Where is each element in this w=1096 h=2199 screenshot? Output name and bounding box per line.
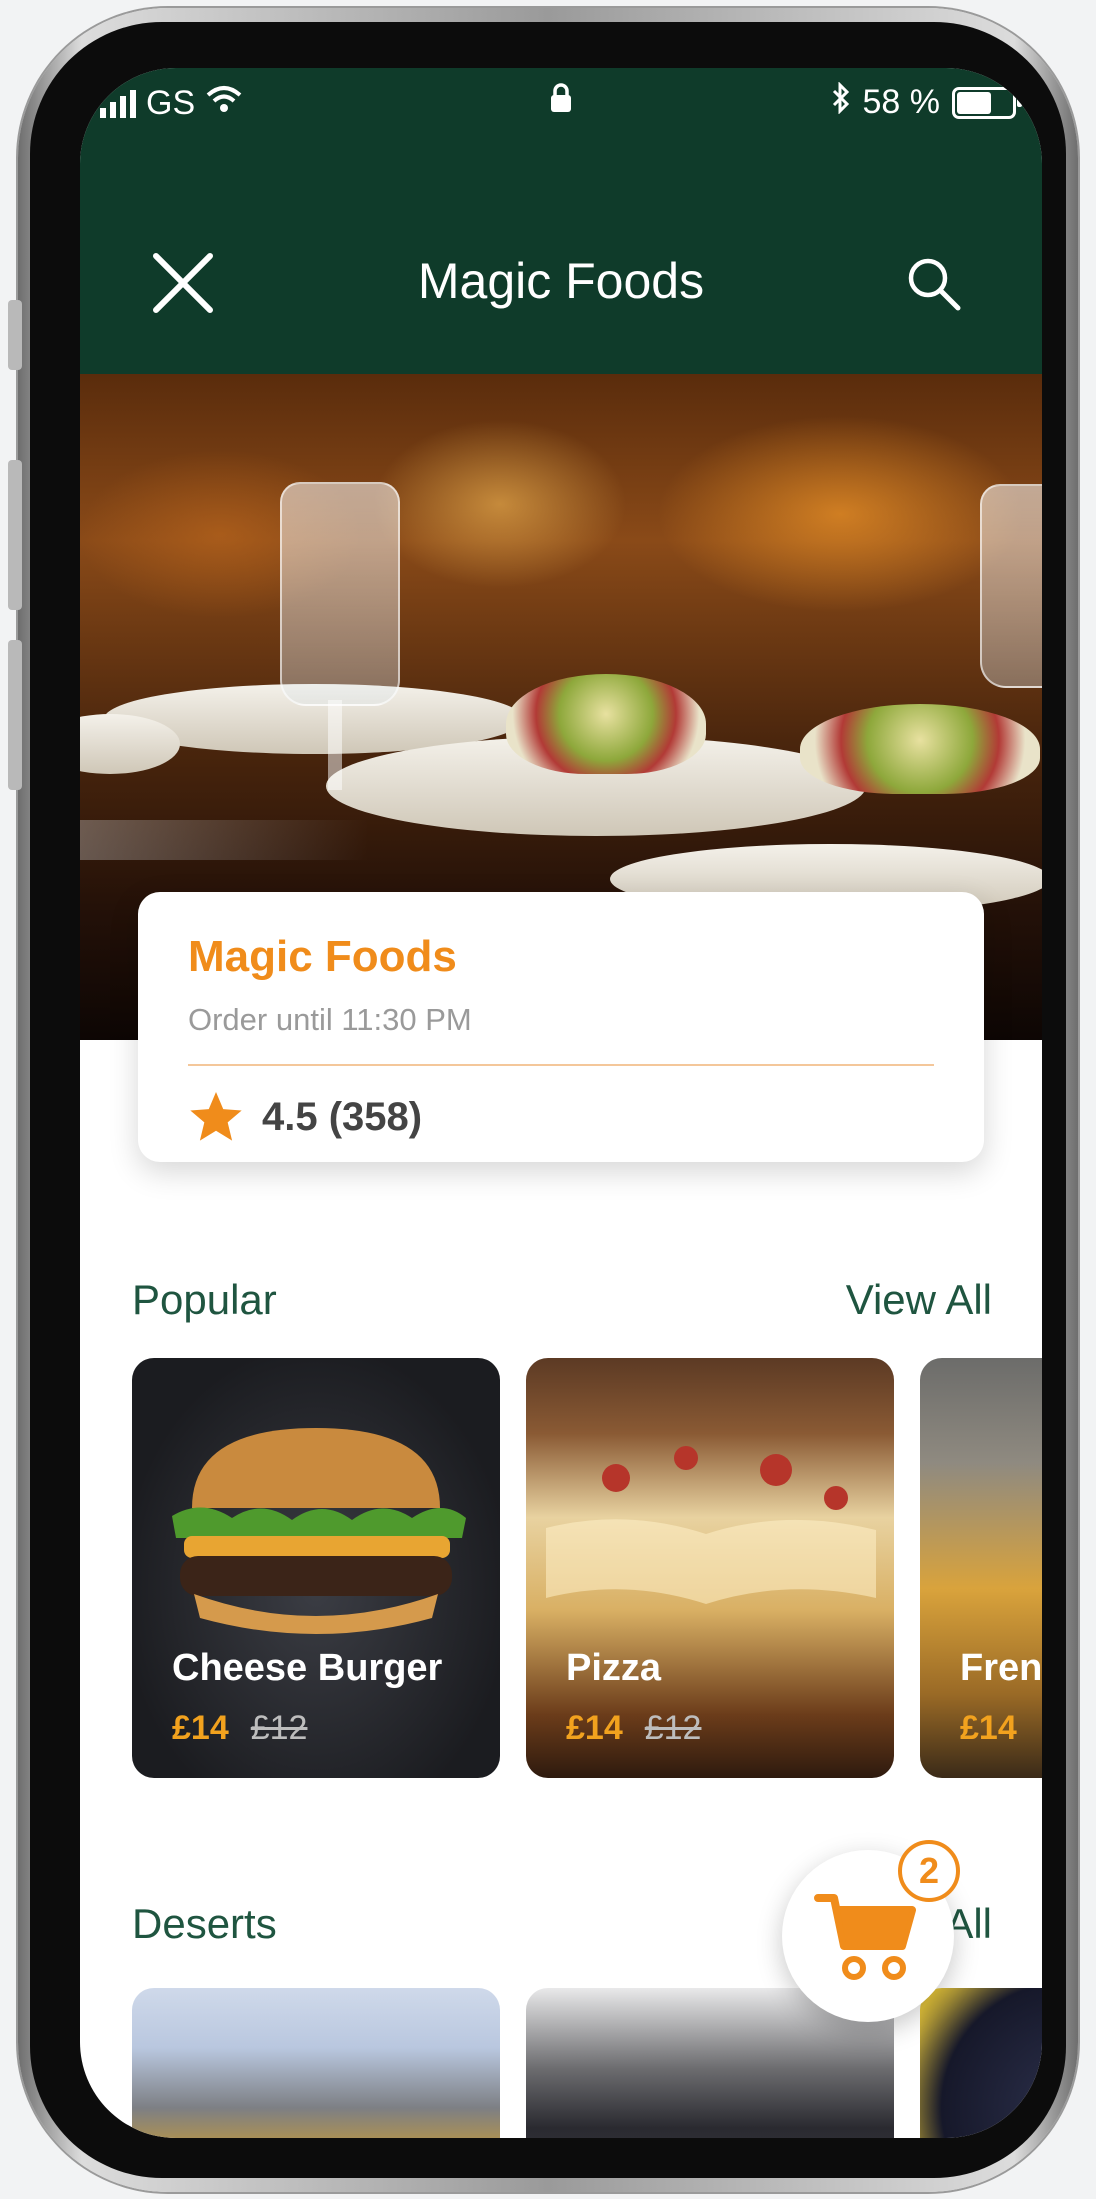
deserts-title: Deserts bbox=[132, 1900, 277, 1947]
desert-card[interactable] bbox=[132, 1988, 500, 2138]
hero-glass bbox=[280, 482, 400, 706]
header-bar: GS 58 % Magic Foods bbox=[80, 68, 1042, 374]
star-icon bbox=[190, 1092, 242, 1141]
food-old-price: £12 bbox=[644, 1709, 702, 1747]
card-divider bbox=[188, 1064, 934, 1066]
popular-section-header: Popular View All bbox=[132, 1276, 992, 1324]
food-prices: £14 bbox=[960, 1709, 1039, 1748]
search-button[interactable] bbox=[904, 254, 964, 314]
battery-icon bbox=[952, 86, 1022, 119]
carrier-label: GS bbox=[146, 84, 196, 122]
rating-row: 4.5 (358) bbox=[188, 1090, 422, 1144]
hero-salad bbox=[800, 704, 1040, 794]
food-name: Cheese Burger bbox=[172, 1647, 443, 1689]
restaurant-info-card[interactable]: Magic Foods Order until 11:30 PM 4.5 (35… bbox=[138, 892, 984, 1162]
wifi-icon bbox=[205, 84, 243, 123]
food-prices: £14 £12 bbox=[566, 1709, 701, 1748]
status-bar: GS 58 % bbox=[80, 68, 1042, 138]
battery-label: 58 % bbox=[862, 83, 941, 121]
hero-glass bbox=[980, 484, 1042, 688]
cart-button[interactable]: 2 bbox=[782, 1840, 960, 2022]
food-old-price: £12 bbox=[250, 1709, 308, 1747]
app-screen: GS 58 % Magic Foods Magic Foods Order un… bbox=[80, 68, 1042, 2138]
phone-volume-up bbox=[8, 460, 22, 610]
restaurant-name: Magic Foods bbox=[188, 932, 457, 981]
cart-count-badge: 2 bbox=[898, 1840, 960, 1902]
bluetooth-icon bbox=[831, 81, 851, 123]
food-card-cheese-burger[interactable]: Cheese Burger £14 £12 bbox=[132, 1358, 500, 1778]
signal-icon bbox=[100, 89, 136, 118]
hero-cutlery bbox=[80, 820, 1042, 860]
page-title: Magic Foods bbox=[417, 253, 705, 309]
hero-salad bbox=[506, 674, 706, 774]
food-card-fries[interactable]: Fren £14 bbox=[920, 1358, 1042, 1778]
cart-icon bbox=[814, 1894, 916, 1980]
hero-glass-stem bbox=[328, 700, 342, 790]
food-prices: £14 £12 bbox=[172, 1709, 307, 1748]
order-until-text: Order until 11:30 PM bbox=[188, 1002, 472, 1037]
food-price: £14 bbox=[566, 1709, 623, 1747]
food-name: Pizza bbox=[566, 1647, 662, 1689]
rating-text: 4.5 (358) bbox=[262, 1094, 423, 1139]
search-icon bbox=[908, 258, 961, 311]
food-price: £14 bbox=[960, 1709, 1017, 1747]
desert-card[interactable] bbox=[920, 1988, 1042, 2138]
phone-volume-down bbox=[8, 640, 22, 790]
food-card-pizza[interactable]: Pizza £14 £12 bbox=[526, 1358, 894, 1778]
popular-view-all-link[interactable]: View All bbox=[846, 1276, 992, 1324]
lock-icon bbox=[548, 82, 574, 123]
phone-mute-switch bbox=[8, 300, 22, 370]
popular-title: Popular bbox=[132, 1276, 277, 1323]
popular-carousel[interactable]: Cheese Burger £14 £12 Pizza £14 £12 Fren £… bbox=[132, 1358, 1042, 1778]
food-price: £14 bbox=[172, 1709, 229, 1747]
food-name: Fren bbox=[960, 1647, 1042, 1689]
